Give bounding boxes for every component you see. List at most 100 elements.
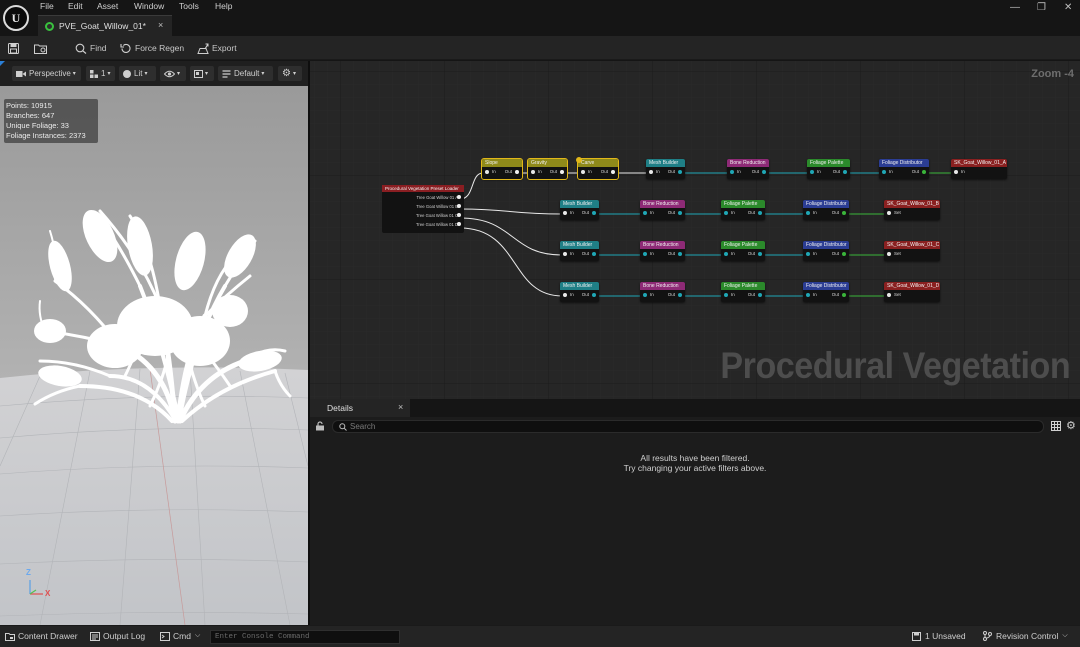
details-tab-close-icon[interactable]: × (398, 402, 403, 412)
revision-control-button[interactable]: Revision Control ⌵ (983, 631, 1068, 641)
camera-speed-dropdown[interactable]: 1 ▾ (86, 66, 115, 81)
menu-file[interactable]: File (40, 1, 54, 11)
content-drawer-button[interactable]: Content Drawer (5, 631, 78, 641)
browse-button[interactable] (34, 41, 51, 55)
input-pin-icon[interactable] (882, 170, 886, 174)
menu-window[interactable]: Window (134, 1, 164, 11)
unreal-logo-icon[interactable]: U (3, 5, 29, 31)
output-pin-icon[interactable] (678, 252, 682, 256)
input-pin-icon[interactable] (724, 293, 728, 297)
node-foliage-distributor-a[interactable]: Foliage Distributor In Out (879, 159, 929, 179)
output-pin-icon[interactable] (592, 293, 596, 297)
input-pin-icon[interactable] (724, 211, 728, 215)
loader-output-b[interactable]: Tree Goat Willow 01 B (416, 204, 461, 209)
input-pin-icon[interactable] (887, 211, 891, 215)
node-foliage-palette-d[interactable]: Foliage Palette In Out (721, 282, 765, 302)
node-output-d[interactable]: SK_Goat_Willow_01_D Set (884, 282, 940, 302)
output-pin-icon[interactable] (457, 204, 461, 208)
input-pin-icon[interactable] (563, 211, 567, 215)
unsaved-button[interactable]: 1 Unsaved (912, 631, 966, 641)
node-carve[interactable]: Carve In Out (577, 158, 619, 180)
cmd-dropdown[interactable]: Cmd ⌵ (160, 631, 200, 641)
input-pin-icon[interactable] (806, 293, 810, 297)
export-button[interactable]: Export (197, 41, 237, 55)
node-output-c[interactable]: SK_Goat_Willow_01_C Set (884, 241, 940, 261)
node-mesh-builder-c[interactable]: Mesh Builder In Out (560, 241, 599, 261)
input-pin-icon[interactable] (806, 252, 810, 256)
output-pin-icon[interactable] (592, 211, 596, 215)
output-pin-icon[interactable] (457, 195, 461, 199)
output-pin-icon[interactable] (842, 293, 846, 297)
menu-edit[interactable]: Edit (68, 1, 83, 11)
table-view-icon[interactable] (1051, 421, 1061, 433)
output-pin-icon[interactable] (842, 252, 846, 256)
node-foliage-palette-b[interactable]: Foliage Palette In Out (721, 200, 765, 220)
viewport-panel[interactable]: Perspective ▾ 1 ▾ Lit ▾ ▾ ▾ Default ▾ ⚙ (0, 61, 308, 625)
node-foliage-distributor-c[interactable]: Foliage Distributor In Out (803, 241, 849, 261)
input-pin-icon[interactable] (649, 170, 653, 174)
details-settings-gear-icon[interactable]: ⚙ (1066, 419, 1076, 432)
output-pin-icon[interactable] (457, 222, 461, 226)
node-foliage-distributor-d[interactable]: Foliage Distributor In Out (803, 282, 849, 302)
input-pin-icon[interactable] (531, 170, 535, 174)
show-flags-dropdown[interactable]: ▾ (160, 66, 186, 81)
node-output-a[interactable]: SK_Goat_Willow_01_A In (951, 159, 1007, 179)
input-pin-icon[interactable] (730, 170, 734, 174)
node-mesh-builder-a[interactable]: Mesh Builder In Out (646, 159, 685, 179)
menu-asset[interactable]: Asset (97, 1, 118, 11)
force-regen-button[interactable]: Force Regen (120, 41, 184, 55)
output-pin-icon[interactable] (762, 170, 766, 174)
view-mode-dropdown[interactable]: Perspective ▾ (12, 66, 81, 81)
input-pin-icon[interactable] (954, 170, 958, 174)
node-bone-reduction-c[interactable]: Bone Reduction In Out (640, 241, 685, 261)
details-search-input[interactable]: Search (332, 420, 1044, 433)
node-foliage-palette-a[interactable]: Foliage Palette In Out (807, 159, 850, 179)
profile-dropdown[interactable]: Default ▾ (218, 66, 273, 81)
node-bone-reduction-b[interactable]: Bone Reduction In Out (640, 200, 685, 220)
lock-icon[interactable] (315, 421, 325, 433)
node-foliage-palette-c[interactable]: Foliage Palette In Out (721, 241, 765, 261)
input-pin-icon[interactable] (563, 293, 567, 297)
input-pin-icon[interactable] (887, 252, 891, 256)
maximize-button[interactable]: ❐ (1037, 2, 1046, 13)
graph-editor-panel[interactable]: Zoom -4 Procedural Vegetation Procedural… (310, 61, 1080, 399)
viewport-settings-dropdown[interactable]: ⚙ ▾ (278, 66, 302, 81)
menu-help[interactable]: Help (215, 1, 232, 11)
close-window-button[interactable]: ✕ (1064, 2, 1072, 13)
minimize-button[interactable]: — (1010, 2, 1020, 13)
input-pin-icon[interactable] (581, 170, 585, 174)
input-pin-icon[interactable] (563, 252, 567, 256)
node-output-b[interactable]: SK_Goat_Willow_01_B Set (884, 200, 940, 220)
lighting-mode-dropdown[interactable]: Lit ▾ (119, 66, 156, 81)
loader-output-d[interactable]: Tree Goat Willow 01 D (416, 222, 461, 227)
output-pin-icon[interactable] (922, 170, 926, 174)
node-bone-reduction-d[interactable]: Bone Reduction In Out (640, 282, 685, 302)
output-pin-icon[interactable] (758, 252, 762, 256)
node-gravity[interactable]: Gravity In Out (527, 158, 568, 180)
save-button[interactable] (8, 41, 22, 55)
preset-loader-node[interactable]: Procedural Vegetation Preset Loader Tree… (382, 185, 464, 233)
input-pin-icon[interactable] (806, 211, 810, 215)
input-pin-icon[interactable] (485, 170, 489, 174)
output-pin-icon[interactable] (560, 170, 564, 174)
output-pin-icon[interactable] (758, 211, 762, 215)
loader-output-c[interactable]: Tree Goat Willow 01 C (416, 213, 461, 218)
output-pin-icon[interactable] (678, 211, 682, 215)
viewport-scene[interactable]: Z X Points: 10915 Branches: 647 Unique F… (0, 86, 308, 625)
node-foliage-distributor-b[interactable]: Foliage Distributor In Out (803, 200, 849, 220)
node-mesh-builder-b[interactable]: Mesh Builder In Out (560, 200, 599, 220)
input-pin-icon[interactable] (643, 252, 647, 256)
menu-tools[interactable]: Tools (179, 1, 199, 11)
input-pin-icon[interactable] (643, 211, 647, 215)
output-pin-icon[interactable] (678, 293, 682, 297)
output-pin-icon[interactable] (515, 170, 519, 174)
input-pin-icon[interactable] (643, 293, 647, 297)
output-pin-icon[interactable] (457, 213, 461, 217)
output-pin-icon[interactable] (611, 170, 615, 174)
layout-dropdown[interactable]: ▾ (190, 66, 214, 81)
output-log-button[interactable]: Output Log (90, 631, 145, 641)
input-pin-icon[interactable] (810, 170, 814, 174)
output-pin-icon[interactable] (843, 170, 847, 174)
output-pin-icon[interactable] (678, 170, 682, 174)
console-command-input[interactable]: Enter Console Command (210, 630, 400, 644)
